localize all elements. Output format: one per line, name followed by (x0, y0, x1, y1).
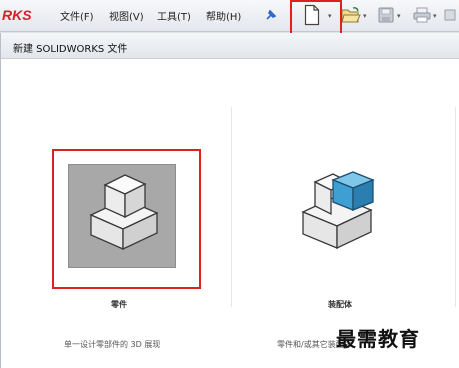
open-folder-icon[interactable] (341, 6, 361, 28)
save-icon[interactable] (378, 7, 394, 27)
menu-file[interactable]: 文件(F) (60, 8, 94, 23)
save-dropdown-arrow-icon[interactable]: ▾ (397, 12, 401, 20)
watermark-text: 最需教育 (336, 327, 420, 351)
app-logo: RKS (2, 7, 32, 23)
menu-tools[interactable]: 工具(T) (157, 8, 191, 23)
dialog-title: 新建 SOLIDWORKS 文件 (13, 44, 128, 55)
new-button-highlight (290, 0, 342, 37)
open-dropdown-arrow-icon[interactable]: ▾ (363, 12, 367, 20)
menu-view[interactable]: 视图(V) (109, 8, 144, 23)
pin-icon[interactable] (264, 7, 278, 26)
template-divider (231, 107, 232, 307)
part-template-description: 单一设计零部件的 3D 展现 (64, 340, 161, 349)
more-tools-icon[interactable] (444, 7, 456, 26)
template-divider (455, 107, 456, 307)
assembly-template-label[interactable]: 装配体 (328, 299, 352, 310)
part-tile-highlight (52, 149, 201, 289)
print-icon[interactable] (413, 7, 431, 27)
app-menu-bar: RKS 文件(F) 视图(V) 工具(T) 帮助(H) ▾ ▾ ▾ ▾ (0, 0, 459, 32)
part-template-label[interactable]: 零件 (111, 299, 127, 310)
menu-help[interactable]: 帮助(H) (206, 8, 241, 23)
dialog-titlebar: 新建 SOLIDWORKS 文件 (0, 33, 459, 59)
assembly-template-tile[interactable] (283, 160, 393, 268)
print-dropdown-arrow-icon[interactable]: ▾ (433, 12, 437, 20)
assembly-3d-icon (301, 171, 375, 250)
